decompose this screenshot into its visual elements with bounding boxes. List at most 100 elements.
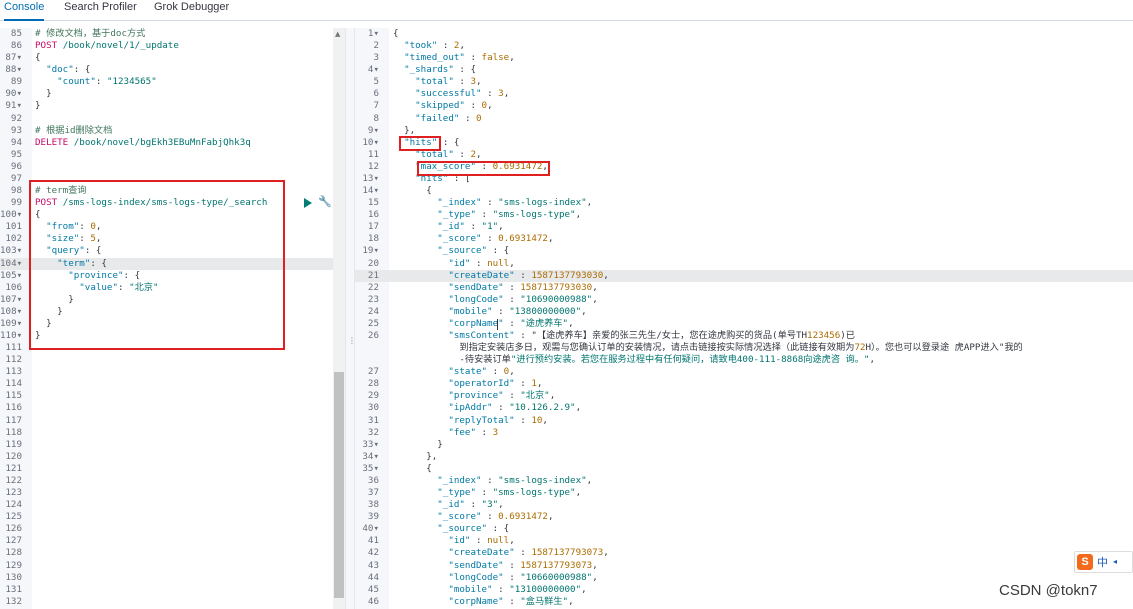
response-code-line[interactable]: -待安装订单"进行预约安装。若您在服务过程中有任何疑问，请致电400-111-8… (355, 354, 1133, 366)
tab-grok-debugger[interactable]: Grok Debugger (154, 0, 234, 21)
code-text: "total" : 3, (415, 76, 482, 88)
response-code-line[interactable]: 4▾ "_shards" : { (355, 64, 1133, 76)
request-code-line[interactable]: 117 (0, 415, 345, 427)
response-code-line[interactable]: 19▾ "_source" : { (355, 245, 1133, 257)
request-code-line[interactable]: 93 # 根据id删除文档 (0, 125, 345, 137)
response-code-line[interactable]: 24 "mobile" : "13800000000", (355, 306, 1133, 318)
request-code-line[interactable]: 122 (0, 475, 345, 487)
tab-search-profiler[interactable]: Search Profiler (64, 0, 140, 21)
response-code-line[interactable]: 32 "fee" : 3 (355, 427, 1133, 439)
response-code-line[interactable]: 37 "_type" : "sms-logs-type", (355, 487, 1133, 499)
request-code-line[interactable]: 89 "count": "1234565" (0, 76, 345, 88)
line-number: 99 (10, 197, 22, 209)
response-code-line[interactable]: 18 "_score" : 0.6931472, (355, 233, 1133, 245)
line-number: 43 (367, 559, 379, 571)
response-code-line[interactable]: 26 "smsContent" : "【途虎养车】亲爱的张三先生/女士，您在途虎… (355, 330, 1133, 342)
response-code-line[interactable]: 25 "corpName" : "途虎养车", (355, 318, 1133, 330)
response-code-line[interactable]: 9▾ }, (355, 125, 1133, 137)
request-code-line[interactable]: 95 (0, 149, 345, 161)
request-code-line[interactable]: 92 (0, 113, 345, 125)
response-code-line[interactable]: 14▾ { (355, 185, 1133, 197)
response-code-line[interactable]: 15 "_index" : "sms-logs-index", (355, 197, 1133, 209)
response-code-line[interactable]: 5 "total" : 3, (355, 76, 1133, 88)
response-code-line[interactable]: 33▾ } (355, 439, 1133, 451)
line-number: 101 (5, 221, 22, 233)
response-code-line[interactable]: 39 "_score" : 0.6931472, (355, 511, 1133, 523)
request-code-line[interactable]: 91▾} (0, 100, 345, 112)
request-code-line[interactable]: 121 (0, 463, 345, 475)
scroll-up-arrow-icon[interactable]: ▲ (335, 30, 340, 38)
response-code-line[interactable]: 31 "replyTotal" : 10, (355, 415, 1133, 427)
response-code-line[interactable]: 28 "operatorId" : 1, (355, 378, 1133, 390)
code-text: } (35, 100, 41, 112)
request-code-line[interactable]: 87▾ { (0, 52, 345, 64)
request-code-line[interactable]: 128 (0, 547, 345, 559)
request-code-line[interactable]: 125 (0, 511, 345, 523)
request-code-line[interactable]: 86 POST /book/novel/1/_update (0, 40, 345, 52)
code-text: "sendDate" : 1587137793073, (448, 559, 598, 571)
response-code-line[interactable]: 1▾ { (355, 28, 1133, 40)
request-code-line[interactable]: 130 (0, 572, 345, 584)
response-code-line[interactable]: 16 "_type" : "sms-logs-type", (355, 209, 1133, 221)
request-code-line[interactable]: 85 # 修改文档，基于doc方式 (0, 28, 345, 40)
response-code-line[interactable]: 38 "_id" : "3", (355, 499, 1133, 511)
line-number: 26 (367, 330, 379, 341)
response-code-line[interactable]: 34▾ }, (355, 451, 1133, 463)
response-code-line[interactable]: 20 "id" : null, (355, 258, 1133, 270)
response-code-line[interactable]: 10▾ "hits" : { (355, 137, 1133, 149)
request-code-line[interactable]: 131 (0, 584, 345, 596)
request-code-line[interactable]: 94 DELETE /book/novel/bgEkh3EBuMnFabjQhk3… (0, 137, 345, 149)
code-text: "_shards" : { (404, 64, 477, 76)
request-code-line[interactable]: 127 (0, 535, 345, 547)
request-code-line[interactable]: 113 (0, 366, 345, 378)
line-number: 39 (367, 511, 379, 523)
request-editor-scroll-thumb[interactable] (334, 372, 344, 598)
request-code-line[interactable]: 118 (0, 427, 345, 439)
response-code-line[interactable]: 36 "_index" : "sms-logs-index", (355, 475, 1133, 487)
play-icon[interactable] (304, 198, 312, 208)
response-code-line[interactable]: 3 "timed_out" : false, (355, 52, 1133, 64)
response-code-line[interactable]: 29 "province" : "北京", (355, 390, 1133, 402)
request-code-line[interactable]: 119 (0, 439, 345, 451)
response-code-line[interactable]: 22 "sendDate" : 1587137793030, (355, 282, 1133, 294)
request-code-line[interactable]: 120 (0, 451, 345, 463)
code-text: "took" : 2, (404, 40, 465, 52)
response-code-line[interactable]: 11 "total" : 2, (355, 149, 1133, 161)
response-code-line[interactable]: 35▾ { (355, 463, 1133, 475)
response-code-line[interactable]: 40▾ "_source" : { (355, 523, 1133, 535)
request-code-line[interactable]: 129 (0, 560, 345, 572)
request-code-line[interactable]: 90▾ } (0, 88, 345, 100)
response-code-line[interactable]: 41 "id" : null, (355, 535, 1133, 547)
response-code-line[interactable]: 6 "successful" : 3, (355, 88, 1133, 100)
pane-resizer[interactable]: ⋮ (345, 28, 356, 609)
response-code-line[interactable]: 7 "skipped" : 0, (355, 100, 1133, 112)
response-code-line[interactable]: 27 "state" : 0, (355, 366, 1133, 378)
response-code-line[interactable]: 42 "createDate" : 1587137793073, (355, 547, 1133, 559)
response-code-line[interactable]: 21 "createDate" : 1587137793030, (355, 269, 1133, 282)
request-code-line[interactable]: 114 (0, 378, 345, 390)
request-code-line[interactable]: 132 (0, 596, 345, 608)
response-code-line[interactable]: 23 "longCode" : "10690000988", (355, 294, 1133, 306)
request-code-line[interactable]: 123 (0, 487, 345, 499)
response-code-line[interactable]: 2 "took" : 2, (355, 40, 1133, 52)
ime-collapse-arrow-icon[interactable]: ◂ (1113, 557, 1117, 566)
request-code-line[interactable]: 112 (0, 354, 345, 366)
response-code-line[interactable]: 43 "sendDate" : 1587137793073, (355, 560, 1133, 572)
request-code-line[interactable]: 126 (0, 523, 345, 535)
tab-console[interactable]: Console (4, 0, 44, 21)
request-code-line[interactable]: 124 (0, 499, 345, 511)
ime-language-toggle[interactable]: 中 (1097, 554, 1108, 570)
response-code-line[interactable]: 17 "_id" : "1", (355, 221, 1133, 233)
response-viewer[interactable]: 1▾{2 "took" : 2, 3 "timed_out" : false, 4▾… (355, 28, 1133, 609)
response-code-line[interactable]: 30 "ipAddr" : "10.126.2.9", (355, 402, 1133, 414)
ime-toolbar[interactable]: S 中 ◂ (1074, 551, 1133, 573)
response-code-line[interactable]: 到指定安装店多日，观需与您确认订单的安装情况，请点击链接按实际情况选择（此链接有… (355, 342, 1133, 354)
sogou-ime-logo-icon[interactable]: S (1077, 554, 1093, 570)
wrench-icon[interactable]: 🔧 (318, 195, 332, 208)
response-code-line[interactable]: 8 "failed" : 0 (355, 113, 1133, 125)
line-number: 104▾ (0, 257, 23, 269)
request-code-line[interactable]: 96 (0, 161, 345, 173)
request-code-line[interactable]: 88▾ "doc": { (0, 64, 345, 76)
request-code-line[interactable]: 116 (0, 402, 345, 414)
request-code-line[interactable]: 115 (0, 390, 345, 402)
